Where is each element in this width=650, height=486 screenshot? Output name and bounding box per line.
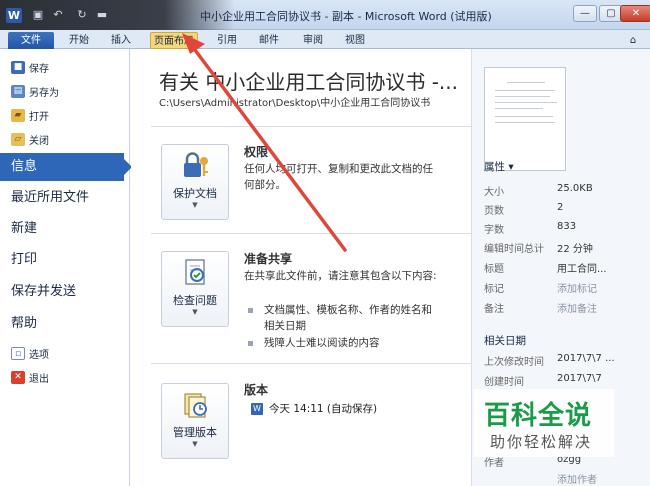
nav-options[interactable]: ▫ 选项 [11,344,49,362]
watermark-title: 百科全说 [484,401,593,431]
backstage-nav: ■ 保存 ▤ 另存为 ▰ 打开 ▱ 关闭 信息 最近所用文件 新建 打印 保存并… [0,49,132,486]
permissions-title: 权限 [244,145,269,159]
chevron-down-icon: ▼ [192,440,198,448]
watermark-subtitle: 助你轻松解决 [490,433,593,451]
divider [151,126,471,127]
divider [151,233,471,234]
check-issues-button[interactable]: 检查问题 ▼ [161,251,229,327]
minimize-button[interactable]: — [573,5,597,22]
tab-view[interactable]: 视图 [338,32,372,49]
protect-document-label: 保护文档 [173,187,217,200]
property-edit-time: 编辑时间总计 22 分钟 [484,244,593,255]
property-created: 创建时间 2017\7\7 [484,373,602,388]
version-entry[interactable]: W 今天 14:11 (自动保存) [251,401,377,416]
property-pages: 页数 2 [484,202,564,217]
chevron-down-icon: ▼ [192,308,198,316]
tab-home[interactable]: 开始 [62,32,96,49]
prepare-sharing-title: 准备共享 [244,252,293,266]
list-item: 残障人士难以阅读的内容 [248,335,438,351]
version-entry-label: 今天 14:11 (自动保存) [269,403,378,415]
save-quick-access-icon[interactable]: ▣ [32,9,44,21]
watermark: 百科全说 助你轻松解决 [474,389,614,457]
divider [151,363,471,364]
check-issues-label: 检查问题 [173,294,217,307]
ribbon-tab-bar: 文件 开始 插入 页面布局 引用 邮件 审阅 视图 ⌂ [0,30,650,49]
window-title: 中小企业用工合同协议书 - 副本 - Microsoft Word (试用版) [200,10,492,23]
protect-document-button[interactable]: 保护文档 ▼ [161,144,229,220]
property-last-modified: 上次修改时间 2017\7\7 ... [484,353,615,368]
document-thumbnail[interactable] [484,67,566,171]
manage-versions-button[interactable]: 管理版本 ▼ [161,383,229,459]
close-button[interactable]: ✕ [620,5,650,22]
tab-references[interactable]: 引用 [210,32,244,49]
tab-review[interactable]: 审阅 [296,32,330,49]
nav-info[interactable]: 信息 [0,153,132,181]
property-comments[interactable]: 备注 添加备注 [484,300,644,316]
nav-close-label: 关闭 [29,135,49,147]
bullet-icon [248,341,253,346]
close-folder-icon: ▱ [11,132,25,146]
property-tags[interactable]: 标记 添加标记 [484,280,644,296]
open-folder-icon: ▰ [11,108,25,122]
nav-open[interactable]: ▰ 打开 [11,106,49,124]
property-words: 字数 833 [484,221,577,236]
nav-recent[interactable]: 最近所用文件 [0,184,130,212]
bullet-text: 残障人士难以阅读的内容 [264,337,380,349]
versions-title: 版本 [244,383,269,397]
chevron-down-icon: ▼ [192,201,198,209]
save-icon: ■ [11,60,25,74]
nav-help[interactable]: 帮助 [0,310,130,338]
lock-key-icon [184,152,208,177]
save-as-icon: ▤ [11,84,25,98]
redo-icon[interactable]: ↻ [76,9,88,21]
nav-save-send[interactable]: 保存并发送 [0,278,130,306]
tab-page-layout[interactable]: 页面布局 [150,32,198,49]
nav-new[interactable]: 新建 [0,215,130,243]
property-title[interactable]: 标题 用工合同... [484,260,644,276]
nav-print[interactable]: 打印 [0,246,130,274]
options-icon: ▫ [11,346,25,360]
nav-exit[interactable]: ✕ 退出 [11,368,49,386]
prepare-sharing-desc: 在共享此文件前，请注意其包含以下内容: [244,270,437,282]
nav-exit-label: 退出 [29,373,49,385]
list-item: 文档属性、模板名称、作者的姓名和相关日期 [248,302,438,334]
undo-icon[interactable]: ↶ [52,9,64,21]
tab-insert[interactable]: 插入 [104,32,138,49]
nav-save[interactable]: ■ 保存 [11,58,49,76]
permissions-desc: 任何人均可打开、复制和更改此文档的任何部分。 [244,163,433,191]
word-document-icon: W [251,402,263,415]
related-dates-header: 相关日期 [484,335,526,347]
bullet-text: 文档属性、模板名称、作者的姓名和相关日期 [264,304,432,332]
bullet-icon [248,308,253,313]
properties-header[interactable]: 属性 ▾ [484,159,514,174]
title-bar: W ▣ ↶ ↻ ▬ 中小企业用工合同协议书 - 副本 - Microsoft W… [0,0,650,30]
info-panel: 有关 中小企业用工合同协议书 -... C:\Users\Administrat… [131,49,471,486]
document-path[interactable]: C:\Users\Administrator\Desktop\中小企业用工合同协… [159,94,430,109]
exit-icon: ✕ [11,370,25,384]
property-size: 大小 25.0KB [484,183,593,198]
inspect-document-icon [185,259,205,285]
nav-close[interactable]: ▱ 关闭 [11,130,49,148]
nav-save-as-label: 另存为 [29,87,59,99]
manage-versions-label: 管理版本 [173,426,217,439]
document-title: 有关 中小企业用工合同协议书 -... [159,70,459,94]
word-logo-icon: W [6,8,22,23]
nav-save-label: 保存 [29,63,49,75]
nav-open-label: 打开 [29,111,49,123]
nav-save-as[interactable]: ▤ 另存为 [11,82,59,100]
tab-file[interactable]: 文件 [8,32,54,49]
property-add-author[interactable]: 添加作者 [484,471,644,486]
quick-access-menu-icon[interactable]: ▬ [96,9,108,21]
manage-versions-icon [184,393,207,418]
tab-mailings[interactable]: 邮件 [252,32,286,49]
ribbon-collapse-icon[interactable]: ⌂ [626,32,640,49]
nav-options-label: 选项 [29,349,49,361]
